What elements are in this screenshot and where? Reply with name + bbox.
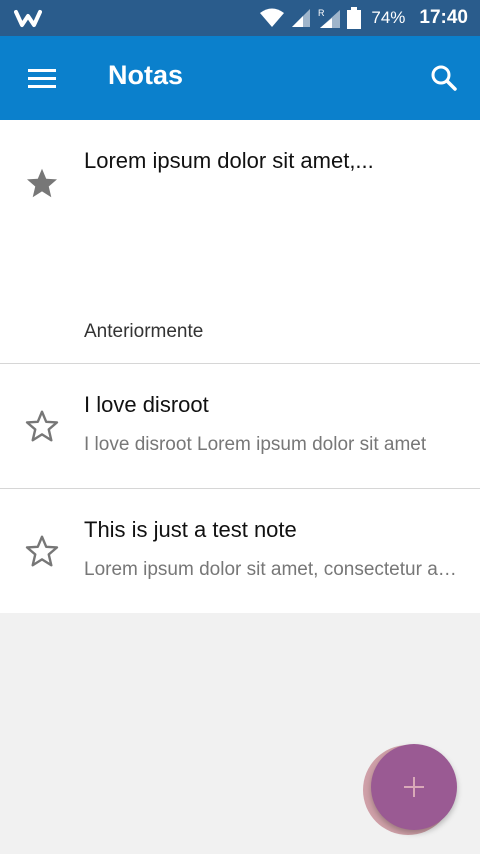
note-preview: Lorem ipsum dolor sit amet, consectetur … — [84, 559, 458, 580]
status-icons: R 74% 17:40 — [259, 0, 468, 36]
signal-icon — [292, 9, 311, 27]
clock: 17:40 — [419, 7, 468, 28]
app-logo-icon — [14, 10, 42, 27]
add-note-button[interactable] — [371, 744, 457, 830]
star-toggle[interactable] — [24, 165, 60, 201]
status-bar: R 74% 17:40 — [0, 0, 480, 36]
note-title: This is just a test note — [84, 517, 297, 542]
plus-icon — [404, 777, 424, 797]
signal-roaming-icon: R — [318, 8, 341, 28]
battery-icon — [347, 7, 362, 29]
search-button[interactable] — [424, 58, 464, 98]
notes-list: Lorem ipsum dolor sit amet,... Anteriorm… — [0, 120, 480, 613]
star-filled-icon — [27, 168, 57, 198]
note-item[interactable]: Lorem ipsum dolor sit amet,... Anteriorm… — [0, 120, 480, 363]
star-toggle[interactable] — [24, 408, 60, 444]
hamburger-menu-icon — [28, 69, 56, 88]
battery-level: 74% — [371, 8, 406, 27]
section-header: Anteriormente — [84, 321, 204, 342]
app-bar: Notas — [0, 36, 480, 120]
star-outline-icon — [25, 535, 59, 567]
star-toggle[interactable] — [24, 533, 60, 569]
note-item[interactable]: This is just a test note Lorem ipsum dol… — [0, 489, 480, 613]
note-preview: I love disroot Lorem ipsum dolor sit ame… — [84, 434, 427, 455]
search-icon — [431, 65, 457, 91]
page-title: Notas — [108, 60, 184, 90]
wifi-icon — [260, 8, 285, 27]
note-title: Lorem ipsum dolor sit amet,... — [84, 148, 374, 173]
star-outline-icon — [25, 410, 59, 442]
svg-text:R: R — [318, 8, 325, 18]
menu-button[interactable] — [22, 62, 62, 94]
note-title: I love disroot — [84, 392, 209, 417]
note-item[interactable]: I love disroot I love disroot Lorem ipsu… — [0, 364, 480, 488]
